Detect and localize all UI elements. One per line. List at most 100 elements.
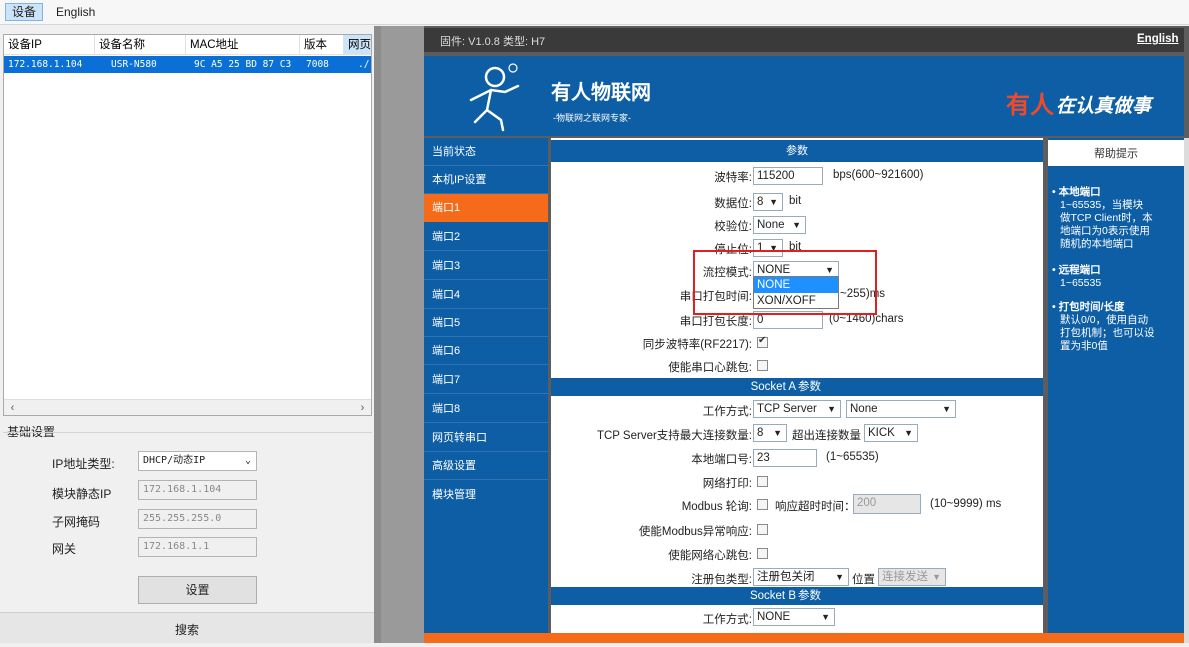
over-connection-select[interactable]: KICK ▼ bbox=[864, 424, 918, 442]
modbus-error-checkbox[interactable] bbox=[757, 524, 768, 535]
highlight-box bbox=[693, 250, 877, 315]
help-item-title: • 远程端口 bbox=[1052, 264, 1101, 276]
nav-item-ip-settings[interactable]: 本机IP设置 bbox=[424, 166, 548, 194]
nav-item-port8[interactable]: 端口8 bbox=[424, 395, 548, 423]
nav-item-port6[interactable]: 端口6 bbox=[424, 337, 548, 365]
dropdown-arrow-icon: ▼ bbox=[769, 197, 778, 207]
english-tab-button[interactable]: English bbox=[49, 3, 102, 21]
socket-b-title: Socket B bbox=[749, 590, 796, 602]
splitter-inner bbox=[381, 26, 424, 643]
gateway-label: 网关 bbox=[52, 542, 77, 556]
col-header-name[interactable]: 设备名称 bbox=[95, 35, 186, 55]
nav-item-port4[interactable]: 端口4 bbox=[424, 281, 548, 309]
dropdown-arrow-icon: ▼ bbox=[827, 404, 836, 414]
nav-item-port2[interactable]: 端口2 bbox=[424, 223, 548, 251]
reg-position-select[interactable]: 连接发送 ▼ bbox=[878, 568, 946, 586]
nav-item-web-to-serial[interactable]: 网页转串口 bbox=[424, 424, 548, 452]
help-line: 默认0/0，使用自动 bbox=[1060, 314, 1149, 326]
slogan-text: 在认真做事 bbox=[1056, 96, 1152, 117]
socket-a-header: Socket A 参数 bbox=[551, 378, 1043, 396]
nav-item-port3[interactable]: 端口3 bbox=[424, 252, 548, 280]
tcp-max-value: 8 bbox=[757, 427, 764, 439]
search-button[interactable]: 搜索 bbox=[0, 612, 374, 643]
dropdown-arrow-icon: ▼ bbox=[773, 428, 782, 438]
nav-item-status[interactable]: 当前状态 bbox=[424, 138, 548, 166]
work-mode-b-value: NONE bbox=[757, 611, 791, 623]
socket-b-header: Socket B 参数 bbox=[551, 587, 1043, 605]
cell-web-link[interactable]: ./ bbox=[344, 56, 371, 73]
baud-input[interactable]: 115200 bbox=[753, 167, 823, 185]
scroll-left-icon[interactable]: ‹ bbox=[4, 400, 21, 415]
set-button[interactable]: 设置 bbox=[138, 576, 257, 604]
subnet-field[interactable]: 255.255.255.0 bbox=[138, 509, 257, 529]
device-table[interactable]: 设备IP 设备名称 MAC地址 版本 网页 172.168.1.104 USR-… bbox=[3, 34, 372, 416]
reg-type-value: 注册包关闭 bbox=[757, 571, 815, 583]
static-ip-field[interactable]: 172.168.1.104 bbox=[138, 480, 257, 500]
work-mode-label: 工作方式: bbox=[702, 406, 752, 418]
table-row[interactable]: 172.168.1.104 USR-N580 9C A5 25 BD 87 C3… bbox=[4, 56, 371, 73]
cell-version: 7008 bbox=[306, 59, 329, 70]
serial-heartbeat-label: 使能串口心跳包: bbox=[668, 362, 752, 374]
nav-item-port1[interactable]: 端口1 bbox=[424, 194, 548, 222]
help-line: 做TCP Client时，本 bbox=[1060, 212, 1153, 224]
work-mode-b-select[interactable]: NONE ▼ bbox=[753, 608, 835, 626]
help-item-title: • 本地端口 bbox=[1052, 186, 1101, 198]
dropdown-arrow-icon: ▼ bbox=[792, 220, 801, 230]
modbus-label: Modbus 轮询: bbox=[681, 501, 752, 513]
serial-heartbeat-checkbox[interactable] bbox=[757, 360, 768, 371]
reg-position-label: 位置 bbox=[852, 574, 875, 586]
parity-select[interactable]: None ▼ bbox=[753, 216, 806, 234]
horizontal-scrollbar[interactable]: ‹ › bbox=[4, 399, 371, 415]
col-header-web[interactable]: 网页 bbox=[344, 35, 371, 55]
device-tab-button[interactable]: 设备 bbox=[5, 3, 44, 21]
over-connection-value: KICK bbox=[868, 427, 895, 439]
ip-type-label: IP地址类型: bbox=[52, 457, 115, 471]
dropdown-arrow-icon: ▼ bbox=[932, 572, 941, 582]
vertical-scrollbar[interactable] bbox=[1184, 138, 1189, 643]
net-heartbeat-checkbox[interactable] bbox=[757, 548, 768, 559]
modbus-checkbox[interactable] bbox=[757, 499, 768, 510]
top-toolbar bbox=[0, 0, 1189, 25]
nav-item-module-management[interactable]: 模块管理 bbox=[424, 481, 548, 509]
nav-item-advanced[interactable]: 高级设置 bbox=[424, 452, 548, 480]
params-title: 参数 bbox=[551, 140, 1043, 162]
help-title: 帮助提示 bbox=[1048, 140, 1184, 166]
help-line: 置为非0值 bbox=[1060, 340, 1108, 352]
nav-item-port5[interactable]: 端口5 bbox=[424, 309, 548, 337]
reg-type-label: 注册包类型: bbox=[691, 574, 752, 586]
tcp-max-label: TCP Server支持最大连接数量: bbox=[596, 430, 752, 442]
reg-type-select[interactable]: 注册包关闭 ▼ bbox=[753, 568, 849, 586]
col-header-mac[interactable]: MAC地址 bbox=[186, 35, 300, 55]
static-ip-label: 模块静态IP bbox=[52, 487, 112, 501]
help-local-port-title: 本地端口 bbox=[1058, 186, 1101, 198]
timeout-label: 响应超时时间： bbox=[775, 501, 856, 513]
tcp-max-select[interactable]: 8 ▼ bbox=[753, 424, 787, 442]
sync-baud-label: 同步波特率(RF2217): bbox=[642, 339, 752, 351]
dropdown-arrow-icon: ▼ bbox=[942, 404, 951, 414]
english-link[interactable]: English bbox=[1137, 33, 1179, 45]
work-mode-secondary-select[interactable]: None ▼ bbox=[846, 400, 956, 418]
subnet-label: 子网掩码 bbox=[52, 515, 101, 529]
slogan-highlight: 有人 bbox=[1006, 92, 1054, 119]
databits-select[interactable]: 8 ▼ bbox=[753, 193, 783, 211]
parity-label: 校验位: bbox=[714, 221, 752, 233]
help-line: 打包机制；也可以设 bbox=[1060, 327, 1155, 339]
col-header-ip[interactable]: 设备IP bbox=[4, 35, 95, 55]
col-header-version[interactable]: 版本 bbox=[300, 35, 344, 55]
net-heartbeat-label: 使能网络心跳包: bbox=[668, 550, 752, 562]
scroll-right-icon[interactable]: › bbox=[354, 400, 371, 415]
timeout-input[interactable]: 200 bbox=[853, 494, 921, 514]
brand-name: 有人物联网 bbox=[551, 82, 651, 104]
work-mode-select[interactable]: TCP Server ▼ bbox=[753, 400, 841, 418]
dropdown-arrow-icon: ▼ bbox=[835, 572, 844, 582]
local-port-input[interactable]: 23 bbox=[753, 449, 817, 467]
net-print-checkbox[interactable] bbox=[757, 476, 768, 487]
timeout-range: (10~9999) ms bbox=[930, 498, 1002, 510]
dropdown-arrow-icon: ▼ bbox=[904, 428, 913, 438]
gateway-field[interactable]: 172.168.1.1 bbox=[138, 537, 257, 557]
ip-type-select[interactable]: DHCP/动态IP ⌄ bbox=[138, 451, 257, 471]
chevron-down-icon: ⌄ bbox=[244, 455, 251, 466]
sync-baud-checkbox[interactable] bbox=[757, 335, 768, 348]
nav-item-port7[interactable]: 端口7 bbox=[424, 366, 548, 394]
reg-position-value: 连接发送 bbox=[882, 571, 928, 583]
